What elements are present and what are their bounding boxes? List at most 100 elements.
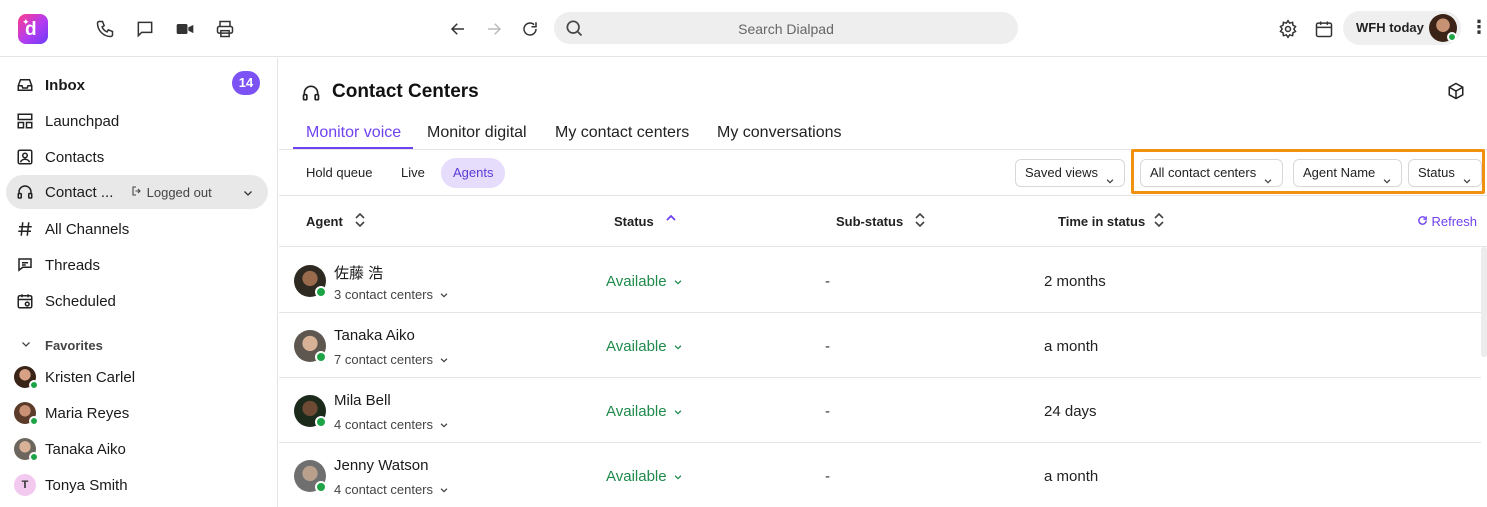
tab-monitor-voice[interactable]: Monitor voice <box>306 124 401 142</box>
sidebar-item-label: Scheduled <box>45 293 116 310</box>
sort-icon[interactable] <box>355 212 365 232</box>
online-indicator <box>29 416 39 426</box>
agent-name: Tanaka Aiko <box>334 327 415 344</box>
column-header-agent[interactable]: Agent <box>306 214 343 229</box>
more-vertical-icon[interactable]: ⋮ <box>1470 18 1487 36</box>
status-menu-button[interactable]: WFH today <box>1343 11 1461 45</box>
agent-status-dropdown[interactable]: Available <box>606 468 683 486</box>
table-row[interactable]: Tanaka Aiko 7 contact centers Available … <box>279 313 1481 378</box>
agent-status-dropdown[interactable]: Available <box>606 338 683 356</box>
page-title: Contact Centers <box>332 81 479 102</box>
favorite-contact[interactable]: Maria Reyes <box>12 399 272 429</box>
table-row[interactable]: Jenny Watson 4 contact centers Available… <box>279 443 1481 507</box>
time-in-status: a month <box>1044 338 1099 355</box>
printer-icon[interactable] <box>213 17 237 41</box>
chevron-down-icon <box>439 418 449 433</box>
table-row[interactable]: 佐藤 浩 3 contact centers Available - 2 mon… <box>279 248 1481 313</box>
sidebar-item-inbox[interactable]: Inbox 14 <box>6 68 268 102</box>
table-row[interactable]: Mila Bell 4 contact centers Available - … <box>279 378 1481 443</box>
sidebar-item-label: Launchpad <box>45 113 120 130</box>
hash-icon <box>16 220 34 238</box>
time-in-status: 2 months <box>1044 273 1106 290</box>
chevron-down-icon <box>1105 169 1115 195</box>
saved-views-dropdown[interactable]: Saved views <box>1015 159 1125 187</box>
scrollbar[interactable] <box>1481 247 1487 357</box>
contact-centers-count[interactable]: 3 contact centers <box>334 287 449 303</box>
sub-status: - <box>825 403 830 420</box>
sidebar-item-contact-centers[interactable]: Contact ... Logged out <box>6 175 268 209</box>
favorite-contact[interactable]: T Tonya Smith <box>12 471 272 501</box>
threads-icon <box>16 256 34 274</box>
sort-icon[interactable] <box>1154 212 1164 232</box>
logout-icon <box>131 185 147 200</box>
sidebar-item-launchpad[interactable]: Launchpad <box>6 104 268 138</box>
favorites-header[interactable]: Favorites <box>20 338 103 353</box>
launchpad-icon <box>16 112 34 130</box>
column-header-sub-status[interactable]: Sub-status <box>836 214 903 229</box>
sidebar-item-label: Contacts <box>45 149 105 166</box>
refresh-button[interactable]: Refresh <box>1417 214 1477 229</box>
top-bar: ✦ d Search Dialpad WFH today ⋮ <box>0 0 1487 57</box>
chevron-down-icon[interactable] <box>242 186 254 204</box>
gear-icon[interactable] <box>1276 17 1300 41</box>
phone-icon[interactable] <box>93 17 117 41</box>
video-icon[interactable] <box>173 17 197 41</box>
table-header: Agent Status Sub-status Time in status R… <box>279 197 1487 247</box>
dialpad-logo[interactable]: ✦ d <box>18 14 48 44</box>
agent-status-dropdown[interactable]: Available <box>606 403 683 421</box>
sidebar-item-label: Contact ... <box>45 184 114 201</box>
tab-monitor-digital[interactable]: Monitor digital <box>427 124 527 142</box>
agent-name: Jenny Watson <box>334 457 429 474</box>
sidebar-item-scheduled[interactable]: Scheduled <box>6 284 268 318</box>
online-indicator <box>315 481 327 493</box>
subtab-live[interactable]: Live <box>389 158 437 188</box>
subtab-hold-queue[interactable]: Hold queue <box>294 158 385 188</box>
agent-status: Logged out <box>131 185 212 200</box>
tab-my-contact-centers[interactable]: My contact centers <box>555 124 689 142</box>
scheduled-icon <box>16 292 34 310</box>
sidebar-item-threads[interactable]: Threads <box>6 248 268 282</box>
sidebar-item-label: Inbox <box>45 77 85 94</box>
time-in-status: 24 days <box>1044 403 1097 420</box>
sidebar-item-all-channels[interactable]: All Channels <box>6 212 268 246</box>
avatar: T <box>14 474 36 496</box>
main-panel: Contact Centers Monitor voice Monitor di… <box>279 58 1487 507</box>
back-arrow-icon[interactable] <box>446 17 470 41</box>
favorite-contact[interactable]: Kristen Carlel <box>12 363 272 393</box>
chevron-down-icon <box>439 483 449 498</box>
online-indicator <box>29 452 39 462</box>
contact-centers-count[interactable]: 4 contact centers <box>334 482 449 498</box>
agent-name: 佐藤 浩 <box>334 265 384 282</box>
sidebar: Inbox 14 Launchpad Contacts Contact ... … <box>0 58 278 507</box>
forward-arrow-icon[interactable] <box>482 17 506 41</box>
favorite-contact[interactable]: Tanaka Aiko <box>12 435 272 465</box>
tab-my-conversations[interactable]: My conversations <box>717 124 842 142</box>
calendar-icon[interactable] <box>1312 17 1336 41</box>
chevron-down-icon <box>673 339 683 356</box>
search-placeholder: Search Dialpad <box>738 21 834 37</box>
sub-status: - <box>825 273 830 290</box>
headphones-icon <box>301 83 321 108</box>
search-input[interactable]: Search Dialpad <box>554 12 1018 44</box>
chevron-down-icon <box>673 469 683 486</box>
sort-icon[interactable] <box>915 212 925 232</box>
chevron-down-icon <box>20 338 32 353</box>
chevron-down-icon <box>673 404 683 421</box>
message-icon[interactable] <box>133 17 157 41</box>
contact-centers-count[interactable]: 4 contact centers <box>334 417 449 433</box>
refresh-icon <box>1417 214 1428 229</box>
sub-status: - <box>825 468 830 485</box>
column-header-status[interactable]: Status <box>614 214 654 229</box>
contact-centers-count[interactable]: 7 contact centers <box>334 352 449 368</box>
agent-status-dropdown[interactable]: Available <box>606 273 683 291</box>
contacts-icon <box>16 148 34 166</box>
reload-icon[interactable] <box>518 17 542 41</box>
cube-icon[interactable] <box>1447 82 1465 105</box>
agent-name: Mila Bell <box>334 392 391 409</box>
online-indicator <box>315 351 327 363</box>
subtab-agents[interactable]: Agents <box>441 158 506 188</box>
column-header-time-in-status[interactable]: Time in status <box>1058 214 1145 229</box>
sort-ascending-icon[interactable] <box>666 213 676 232</box>
chevron-down-icon <box>439 288 449 303</box>
sidebar-item-contacts[interactable]: Contacts <box>6 140 268 174</box>
